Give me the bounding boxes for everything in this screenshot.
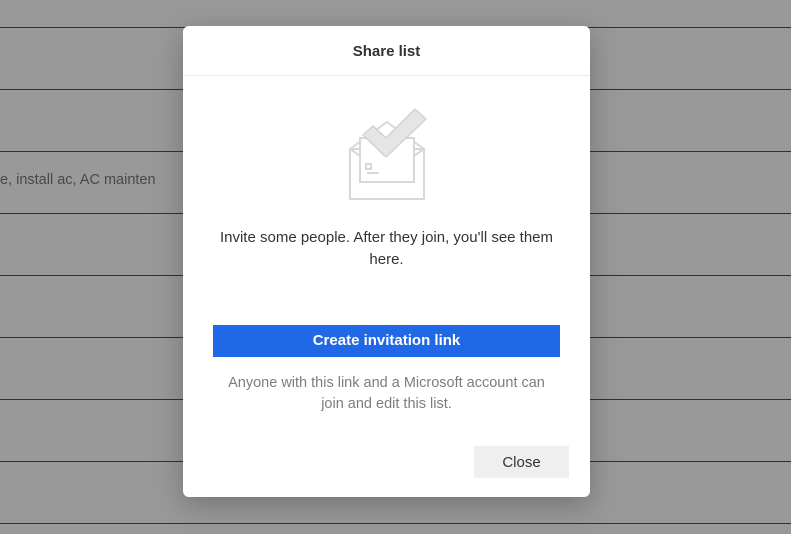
dialog-footer: Close [183, 446, 590, 497]
invite-description: Invite some people. After they join, you… [213, 227, 560, 271]
share-list-dialog: Share list Invite some people. After the… [183, 26, 590, 497]
dialog-body: Invite some people. After they join, you… [183, 76, 590, 446]
link-permission-hint: Anyone with this link and a Microsoft ac… [213, 373, 560, 417]
dialog-title: Share list [183, 43, 590, 60]
envelope-checkmark-icon [337, 104, 437, 205]
dialog-header: Share list [183, 26, 590, 76]
close-button[interactable]: Close [474, 446, 569, 478]
create-invitation-link-button[interactable]: Create invitation link [213, 325, 560, 357]
